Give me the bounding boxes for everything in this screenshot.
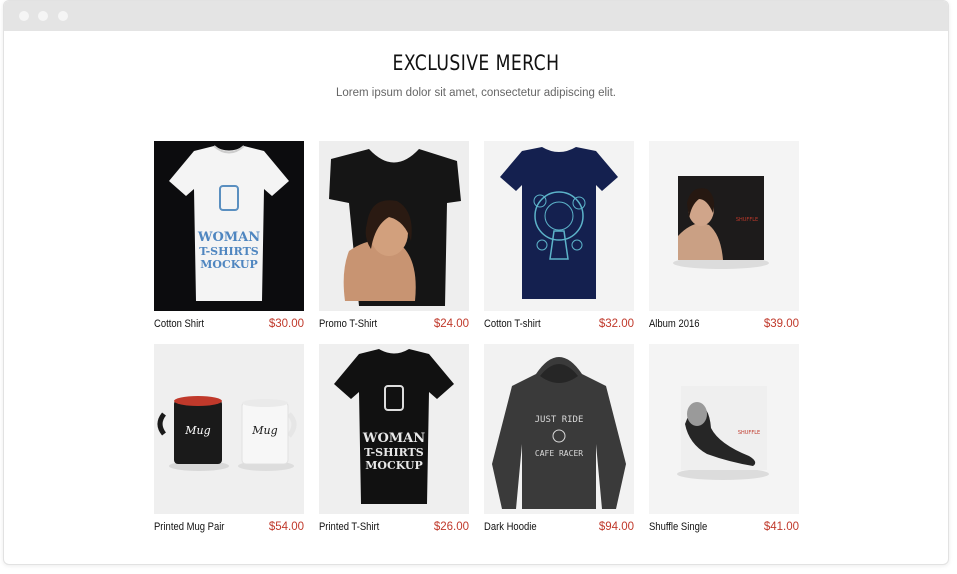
print-text: JUST RIDE	[535, 415, 584, 425]
product-image[interactable]: SHUFFLE	[649, 344, 799, 514]
product-image[interactable]: WOMAN T-SHIRTS MOCKUP	[154, 141, 304, 311]
product-price: $39.00	[763, 318, 799, 330]
product-price: $54.00	[268, 521, 304, 533]
print-text: MOCKUP	[365, 459, 423, 472]
product-card[interactable]: Promo T-Shirt $24.00	[319, 141, 469, 334]
window-close-dot[interactable]	[19, 11, 29, 21]
product-name[interactable]: Printed Mug Pair	[154, 521, 224, 533]
product-price: $30.00	[268, 318, 304, 330]
product-image[interactable]: JUST RIDE CAFE RACER	[484, 344, 634, 514]
print-text: T-SHIRTS	[364, 446, 424, 459]
print-text: MOCKUP	[200, 258, 258, 271]
print-text: Mug	[251, 424, 277, 437]
product-price: $41.00	[763, 521, 799, 533]
product-price: $24.00	[433, 318, 469, 330]
product-name[interactable]: Album 2016	[649, 318, 699, 330]
product-name[interactable]: Printed T-Shirt	[319, 521, 379, 533]
product-name[interactable]: Dark Hoodie	[484, 521, 537, 533]
print-text: Mug	[184, 424, 210, 437]
window-titlebar	[4, 1, 948, 31]
page-title: EXCLUSIVE MERCH	[392, 51, 560, 75]
print-text: T-SHIRTS	[199, 245, 259, 258]
product-price: $94.00	[598, 521, 634, 533]
product-image[interactable]	[319, 141, 469, 311]
product-name[interactable]: Cotton T-shirt	[484, 318, 541, 330]
product-card[interactable]: SHUFFLE Shuffle Single $41.00	[649, 344, 799, 537]
product-card[interactable]: SHUFFLE Album 2016 $39.00	[649, 141, 799, 334]
print-text: SHUFFLE	[738, 430, 760, 436]
print-text: CAFE RACER	[535, 449, 583, 458]
product-card[interactable]: Cotton T-shirt $32.00	[484, 141, 634, 334]
window-maximize-dot[interactable]	[58, 11, 68, 21]
page-subtitle: Lorem ipsum dolor sit amet, consectetur …	[336, 87, 616, 99]
product-image[interactable]	[484, 141, 634, 311]
product-name[interactable]: Cotton Shirt	[154, 318, 204, 330]
browser-window: EXCLUSIVE MERCH Lorem ipsum dolor sit am…	[3, 0, 949, 565]
print-text: SHUFFLE	[736, 217, 758, 223]
product-image[interactable]: Mug Mug	[154, 344, 304, 514]
product-price: $32.00	[598, 318, 634, 330]
product-name[interactable]: Promo T-Shirt	[319, 318, 377, 330]
window-minimize-dot[interactable]	[38, 11, 48, 21]
product-image[interactable]: SHUFFLE	[649, 141, 799, 311]
product-price: $26.00	[433, 521, 469, 533]
product-card[interactable]: WOMAN T-SHIRTS MOCKUP Cotton Shirt $30.0…	[154, 141, 304, 334]
product-card[interactable]: WOMAN T-SHIRTS MOCKUP Printed T-Shirt $2…	[319, 344, 469, 537]
print-text: WOMAN	[197, 230, 260, 245]
product-card[interactable]: JUST RIDE CAFE RACER Dark Hoodie $94.00	[484, 344, 634, 537]
product-image[interactable]: WOMAN T-SHIRTS MOCKUP	[319, 344, 469, 514]
product-card[interactable]: Mug Mug Printed Mug Pair $54.00	[154, 344, 304, 537]
product-name[interactable]: Shuffle Single	[649, 521, 707, 533]
print-text: WOMAN	[362, 431, 425, 446]
